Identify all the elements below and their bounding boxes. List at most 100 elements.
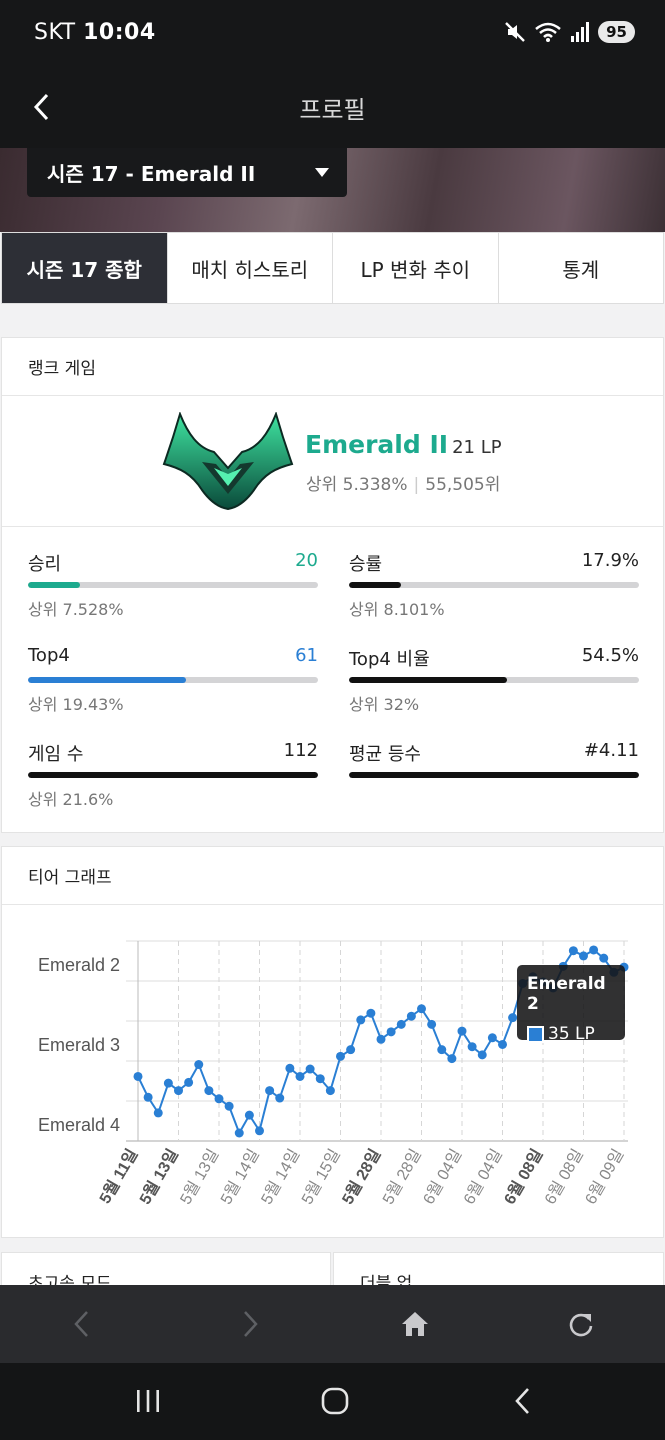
data-point	[568, 946, 578, 956]
data-point	[244, 1110, 254, 1120]
stat-avg-place: 평균 등수 #4.11	[349, 740, 639, 778]
stat-label: 평균 등수	[349, 744, 421, 765]
tooltip-row: 35 LP	[527, 1024, 615, 1044]
x-tick-label: 5월 11일	[96, 1146, 141, 1207]
data-point	[467, 1042, 477, 1052]
signal-icon	[571, 22, 590, 42]
stat-bar-fill	[349, 772, 639, 778]
tab-season-summary[interactable]: 시즌 17 종합	[2, 233, 168, 303]
app-bar: 프로필	[0, 66, 665, 148]
recents-icon	[137, 1390, 159, 1412]
data-point	[325, 1086, 335, 1096]
x-tick-label: 5월 15일	[298, 1146, 344, 1207]
x-tick-label: 5월 13일	[136, 1146, 182, 1207]
data-point	[234, 1128, 244, 1138]
data-point	[214, 1094, 224, 1104]
data-point	[295, 1071, 305, 1081]
stat-rank: 상위 21.6%	[28, 790, 114, 809]
ranked-card-header: 랭크 게임	[2, 338, 663, 396]
x-tick-label: 5월 13일	[177, 1146, 223, 1207]
data-point	[417, 1004, 426, 1014]
x-tick-label: 5월 14일	[258, 1146, 304, 1207]
top-percent: 상위 5.338%	[306, 475, 408, 495]
system-back-button[interactable]	[500, 1381, 544, 1421]
stat-top4-rate: Top4 비율 54.5% 상위 32%	[349, 645, 639, 715]
stat-label: Top4	[28, 645, 70, 666]
data-point	[508, 1013, 518, 1023]
refresh-icon	[569, 1313, 593, 1337]
data-point	[255, 1126, 264, 1136]
data-point	[386, 1027, 396, 1037]
stat-rank: 상위 7.528%	[28, 600, 124, 619]
x-tick-label: 6월 04일	[420, 1146, 466, 1207]
tab-statistics[interactable]: 통계	[499, 233, 664, 303]
battery-indicator: 95	[598, 21, 635, 43]
data-point	[356, 1015, 366, 1025]
data-point	[366, 1008, 376, 1018]
stat-label: Top4 비율	[349, 649, 430, 670]
tab-match-history[interactable]: 매치 히스토리	[168, 233, 333, 303]
data-point	[437, 1045, 447, 1055]
stat-games: 게임 수 112 상위 21.6%	[28, 740, 318, 810]
browser-forward-button[interactable]	[234, 1307, 268, 1341]
data-point	[579, 951, 588, 961]
chart-tooltip: Emerald 2 35 LP	[517, 965, 625, 1044]
data-point	[487, 1033, 497, 1043]
stat-label: 승률	[349, 554, 383, 575]
tier-chart-svg: Emerald 2Emerald 3Emerald 45월 11일5월 13일5…	[38, 940, 629, 1207]
data-point	[589, 945, 599, 955]
tier-name: Emerald II	[305, 430, 449, 459]
stat-value: 54.5%	[581, 645, 639, 666]
stat-rank: 상위 8.101%	[349, 600, 445, 619]
rank-position: 55,505위	[425, 475, 501, 495]
data-point	[153, 1108, 163, 1118]
tier-chart[interactable]: Emerald 2 Emerald 3 Emerald 4 5월 11일 5월 13일 5…	[2, 905, 663, 1238]
tab-lp-trend[interactable]: LP 변화 추이	[333, 233, 499, 303]
browser-refresh-button[interactable]	[564, 1307, 598, 1341]
status-icons: 95	[504, 21, 635, 43]
data-point	[143, 1092, 153, 1102]
wifi-icon	[535, 22, 561, 42]
caret-down-icon	[315, 168, 329, 177]
stat-top4: Top4 61 상위 19.43%	[28, 645, 318, 715]
home-button[interactable]	[313, 1381, 357, 1421]
data-point	[315, 1074, 325, 1084]
x-tick-label: 6월 04일	[460, 1146, 506, 1207]
stat-bar-fill	[28, 582, 81, 588]
season-dropdown[interactable]: 시즌 17 - Emerald II	[27, 148, 347, 197]
stat-bar	[28, 772, 318, 778]
tier-line: Emerald II 21 LP	[305, 430, 502, 459]
clock: 10:04	[83, 20, 156, 45]
data-point	[498, 1039, 507, 1049]
data-point	[427, 1019, 437, 1029]
data-point	[396, 1019, 406, 1029]
data-point	[406, 1011, 416, 1021]
stat-wins: 승리 20 상위 7.528%	[28, 550, 318, 620]
data-point	[285, 1063, 295, 1073]
y-tick-label: Emerald 3	[38, 1035, 120, 1055]
x-tick-label: 5월 28일	[379, 1146, 425, 1207]
y-tick-label: Emerald 2	[38, 955, 120, 975]
tier-graph-header: 티어 그래프	[2, 847, 663, 905]
browser-home-button[interactable]	[398, 1307, 432, 1341]
stat-bar	[28, 677, 318, 683]
stat-bar	[349, 772, 639, 778]
recents-button[interactable]	[126, 1381, 170, 1421]
ranked-card: 랭크 게임 Emerald II 21 LP 상위 5.338% | 55,505위 …	[1, 337, 664, 833]
browser-toolbar	[0, 1285, 665, 1363]
tooltip-value: 35 LP	[548, 1024, 595, 1044]
x-tick-label: 6월 08일	[501, 1146, 547, 1207]
season-dropdown-value: 시즌 17 - Emerald II	[47, 162, 256, 186]
carrier-label: SKT	[34, 20, 76, 45]
data-point	[447, 1054, 457, 1064]
stat-value: 61	[295, 645, 318, 666]
stat-rank: 상위 19.43%	[28, 695, 124, 714]
browser-back-button[interactable]	[64, 1307, 98, 1341]
data-point	[599, 953, 609, 963]
chevron-left-icon	[515, 1388, 529, 1414]
mute-icon	[505, 22, 525, 42]
x-tick-label: 6월 08일	[541, 1146, 587, 1207]
stat-value: 17.9%	[581, 550, 639, 571]
status-carrier-time: SKT 10:04	[34, 20, 156, 45]
stat-value: 20	[295, 550, 318, 571]
